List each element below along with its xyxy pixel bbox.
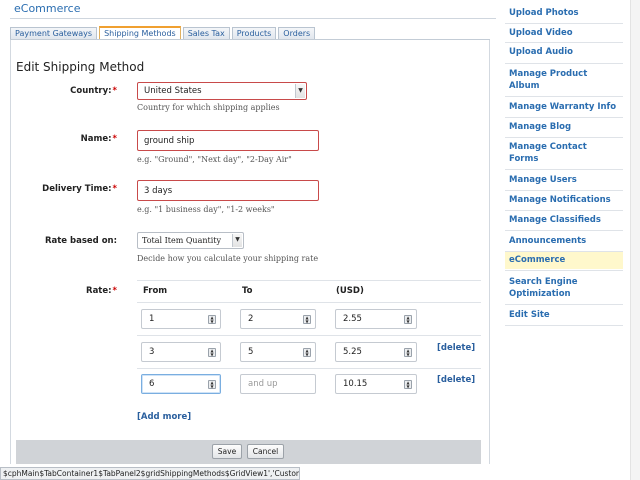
sidebar-item-upload-audio[interactable]: Upload Audio	[505, 46, 623, 58]
name-input[interactable]: ground ship	[137, 130, 319, 151]
rate-based-on-label: Rate based on:	[44, 236, 117, 246]
rate-table-rule	[137, 302, 481, 303]
spinner-arrows-icon[interactable]: ▲ ▼	[404, 315, 412, 324]
sidebar-divider	[505, 63, 623, 64]
rate-row-1-from[interactable]: 1 ▲ ▼	[141, 309, 221, 329]
sidebar-item-announcements[interactable]: Announcements	[505, 235, 623, 247]
tab-shipping-methods[interactable]: Shipping Methods	[99, 26, 181, 40]
main-panel: eCommerce Payment Gateways Shipping Meth…	[0, 0, 500, 480]
sidebar-divider	[505, 42, 623, 43]
rate-based-on-help: Decide how you calculate your shipping r…	[137, 254, 319, 263]
rate-row-2-to[interactable]: 5 ▲ ▼	[240, 342, 316, 362]
sidebar-item-edit-site[interactable]: Edit Site	[505, 309, 623, 321]
rate-table-rule	[137, 335, 481, 336]
panel-border-left	[10, 40, 11, 464]
tabs-divider	[10, 39, 490, 40]
sidebar-item-manage-users[interactable]: Manage Users	[505, 174, 623, 186]
spinner-arrows-icon[interactable]: ▲ ▼	[303, 348, 311, 357]
sidebar-divider	[505, 210, 623, 211]
required-marker: *	[112, 184, 117, 194]
spinner-arrows-icon[interactable]: ▲ ▼	[208, 315, 216, 324]
sidebar-item-upload-photos[interactable]: Upload Photos	[505, 7, 623, 19]
country-select[interactable]: United States ▼	[137, 82, 307, 100]
sidebar-divider	[505, 117, 623, 118]
delivery-time-input[interactable]: 3 days	[137, 180, 319, 201]
section-title: Edit Shipping Method	[16, 60, 145, 74]
delivery-time-help: e.g. "1 business day", "1-2 weeks"	[137, 205, 275, 214]
country-label: Country:*	[70, 86, 117, 96]
spinner-arrows-icon[interactable]: ▲ ▼	[208, 380, 216, 389]
sidebar-divider	[505, 96, 623, 97]
rate-based-on-select-value: Total Item Quantity	[142, 236, 221, 245]
rate-label: Rate:*	[86, 286, 117, 296]
spinner-arrows-icon[interactable]: ▲ ▼	[404, 348, 412, 357]
rate-col-usd: (USD)	[336, 286, 364, 296]
sidebar: Upload Photos Upload Video Upload Audio …	[505, 0, 625, 330]
save-button[interactable]: Save	[212, 444, 242, 459]
rate-row-3-from[interactable]: 6 ▲ ▼	[141, 374, 221, 394]
sidebar-item-manage-product-album[interactable]: Manage Product Album	[505, 68, 605, 92]
sidebar-divider	[505, 137, 623, 138]
rate-table-rule	[137, 368, 481, 369]
rate-table-top-rule	[137, 280, 481, 281]
add-more-link[interactable]: [Add more]	[137, 412, 191, 422]
name-help: e.g. "Ground", "Next day", "2-Day Air"	[137, 155, 292, 164]
required-marker: *	[112, 134, 117, 144]
rate-row-3-to[interactable]: and up	[240, 374, 316, 394]
sidebar-item-manage-warranty-info[interactable]: Manage Warranty Info	[505, 101, 623, 113]
rate-col-from: From	[143, 286, 168, 296]
rate-col-to: To	[242, 286, 253, 296]
sidebar-divider	[505, 270, 623, 271]
tab-strip: Payment Gateways Shipping Methods Sales …	[10, 26, 317, 40]
sidebar-divider	[505, 230, 623, 231]
sidebar-divider	[505, 190, 623, 191]
rate-row-1-to[interactable]: 2 ▲ ▼	[240, 309, 316, 329]
sidebar-divider	[505, 304, 623, 305]
cancel-button[interactable]: Cancel	[247, 444, 284, 459]
sidebar-divider	[505, 23, 623, 24]
sidebar-item-manage-contact-forms[interactable]: Manage Contact Forms	[505, 141, 605, 165]
panel-border-right	[489, 40, 490, 464]
rate-row-3-usd[interactable]: 10.15 ▲ ▼	[335, 374, 417, 394]
sidebar-divider	[505, 325, 623, 326]
title-divider	[10, 18, 496, 19]
rate-based-on-select[interactable]: Total Item Quantity ▼	[137, 232, 244, 249]
sidebar-item-manage-classifieds[interactable]: Manage Classifieds	[505, 214, 623, 226]
app-title: eCommerce	[14, 2, 81, 15]
window-scroll-edge	[630, 0, 640, 480]
sidebar-item-ecommerce[interactable]: eCommerce	[505, 252, 623, 269]
rate-row-3-delete-link[interactable]: [delete]	[437, 375, 475, 385]
chevron-down-icon: ▼	[295, 84, 305, 98]
name-label: Name:*	[80, 134, 117, 144]
status-bar: $cphMain$TabContainer1$TabPanel2$gridShi…	[0, 467, 300, 480]
chevron-down-icon: ▼	[232, 234, 242, 247]
sidebar-item-search-engine-optimization[interactable]: Search Engine Optimization	[505, 276, 605, 300]
country-select-value: United States	[144, 86, 202, 96]
sidebar-item-manage-blog[interactable]: Manage Blog	[505, 121, 623, 133]
required-marker: *	[112, 286, 117, 296]
rate-row-2-usd[interactable]: 5.25 ▲ ▼	[335, 342, 417, 362]
rate-row-2-delete-link[interactable]: [delete]	[437, 343, 475, 353]
country-help: Country for which shipping applies	[137, 103, 280, 112]
sidebar-item-manage-notifications[interactable]: Manage Notifications	[505, 194, 623, 206]
sidebar-divider	[505, 169, 623, 170]
spinner-arrows-icon[interactable]: ▲ ▼	[208, 348, 216, 357]
rate-row-2-from[interactable]: 3 ▲ ▼	[141, 342, 221, 362]
required-marker: *	[112, 86, 117, 96]
spinner-arrows-icon[interactable]: ▲ ▼	[303, 315, 311, 324]
rate-row-1-usd[interactable]: 2.55 ▲ ▼	[335, 309, 417, 329]
sidebar-item-upload-video[interactable]: Upload Video	[505, 27, 623, 39]
delivery-time-label: Delivery Time:*	[42, 184, 117, 194]
spinner-arrows-icon[interactable]: ▲ ▼	[404, 380, 412, 389]
